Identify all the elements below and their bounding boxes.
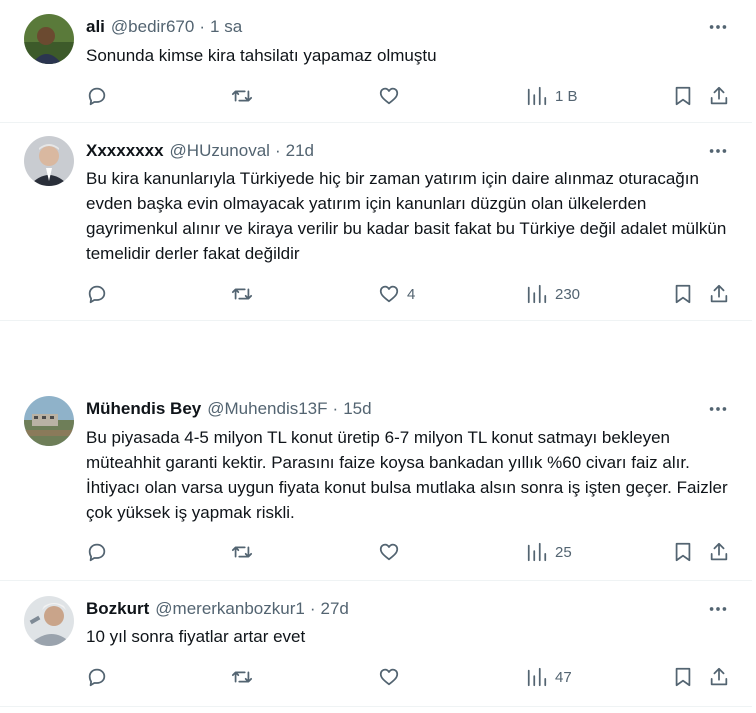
bookmark-button[interactable]: [672, 664, 694, 690]
tweet[interactable]: Bozkurt @mererkanbozkur1 · 27d 10 yıl so…: [0, 580, 752, 707]
tweet[interactable]: ali @bedir670 · 1 sa Sonunda kimse kira …: [0, 0, 752, 123]
retweet-button[interactable]: [231, 281, 260, 307]
share-button[interactable]: [708, 664, 730, 690]
bookmark-icon: [675, 667, 691, 687]
more-horizontal-icon[interactable]: [704, 398, 732, 420]
author-name[interactable]: Xxxxxxxx: [86, 141, 164, 161]
reply-button[interactable]: [86, 83, 115, 109]
views-button[interactable]: 25: [526, 539, 572, 565]
reply-button[interactable]: [86, 664, 115, 690]
reply-icon: [88, 285, 106, 304]
views-count: 47: [555, 668, 572, 686]
reply-icon: [88, 668, 106, 687]
views-chart-icon: [527, 542, 547, 562]
share-icon: [710, 86, 728, 105]
tweet[interactable]: Mühendis Bey @Muhendis13F · 15d Bu piyas…: [0, 320, 752, 581]
share-icon: [710, 284, 728, 303]
timestamp[interactable]: 21d: [286, 141, 314, 161]
retweet-icon: [231, 288, 253, 300]
bookmark-icon: [675, 284, 691, 304]
tweet-text: Bu piyasada 4-5 milyon TL konut üretip 6…: [86, 428, 728, 522]
author-name[interactable]: Mühendis Bey: [86, 399, 201, 419]
views-count: 25: [555, 543, 572, 561]
timestamp[interactable]: 1 sa: [210, 17, 242, 37]
author-handle[interactable]: @mererkanbozkur1: [155, 599, 305, 619]
tweet[interactable]: Xxxxxxxx @HUzunoval · 21d Bu kira kanunl…: [0, 122, 752, 321]
bookmark-button[interactable]: [672, 281, 694, 307]
share-button[interactable]: [708, 281, 730, 307]
author-name[interactable]: Bozkurt: [86, 599, 149, 619]
more-horizontal-icon[interactable]: [704, 140, 732, 162]
tweet-text: Sonunda kimse kira tahsilatı yapamaz olm…: [86, 46, 437, 65]
bookmark-icon: [675, 86, 691, 106]
like-button[interactable]: [378, 539, 407, 565]
share-icon: [710, 542, 728, 561]
views-chart-icon: [527, 667, 547, 687]
heart-icon: [379, 285, 399, 303]
heart-icon: [379, 87, 399, 105]
like-count: 4: [407, 285, 416, 303]
reply-button[interactable]: [86, 281, 115, 307]
avatar[interactable]: [24, 396, 74, 446]
bookmark-icon: [675, 542, 691, 562]
timestamp[interactable]: 15d: [343, 399, 371, 419]
tweet-text: 10 yıl sonra fiyatlar artar evet: [86, 627, 306, 646]
bookmark-button[interactable]: [672, 539, 694, 565]
reply-icon: [88, 543, 106, 562]
author-handle[interactable]: @bedir670: [111, 17, 194, 37]
more-horizontal-icon[interactable]: [704, 598, 732, 620]
avatar[interactable]: [24, 14, 74, 64]
like-button[interactable]: [378, 83, 407, 109]
share-button[interactable]: [708, 83, 730, 109]
views-button[interactable]: 1 B: [526, 83, 578, 109]
views-count: 230: [555, 285, 581, 303]
views-chart-icon: [527, 86, 547, 106]
retweet-button[interactable]: [231, 83, 260, 109]
timestamp[interactable]: 27d: [321, 599, 349, 619]
views-button[interactable]: 47: [526, 664, 572, 690]
heart-icon: [379, 668, 399, 686]
share-icon: [710, 667, 728, 686]
author-handle[interactable]: @HUzunoval: [170, 141, 270, 161]
views-count: 1 B: [555, 87, 578, 105]
like-button[interactable]: [378, 664, 407, 690]
retweet-icon: [231, 671, 253, 683]
share-button[interactable]: [708, 539, 730, 565]
avatar[interactable]: [24, 136, 74, 186]
more-horizontal-icon[interactable]: [704, 16, 732, 38]
views-chart-icon: [527, 284, 547, 304]
like-button[interactable]: 4: [378, 281, 415, 307]
retweet-button[interactable]: [231, 539, 260, 565]
retweet-icon: [231, 90, 253, 102]
retweet-button[interactable]: [231, 664, 260, 690]
views-button[interactable]: 230: [526, 281, 580, 307]
reply-button[interactable]: [86, 539, 115, 565]
heart-icon: [379, 543, 399, 561]
bookmark-button[interactable]: [672, 83, 694, 109]
tweet-text: Bu kira kanunlarıyla Türkiyede hiç bir z…: [86, 169, 727, 263]
avatar[interactable]: [24, 596, 74, 646]
author-name[interactable]: ali: [86, 17, 105, 37]
reply-icon: [88, 87, 106, 106]
author-handle[interactable]: @Muhendis13F: [207, 399, 327, 419]
retweet-icon: [231, 546, 253, 558]
